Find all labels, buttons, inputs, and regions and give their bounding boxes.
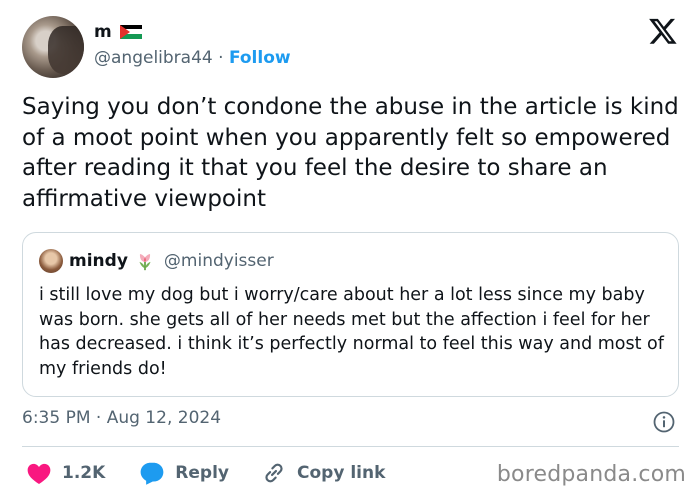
like-count: 1.2K <box>62 463 106 483</box>
copy-link-button[interactable]: Copy link <box>261 460 385 486</box>
author-avatar[interactable] <box>22 16 84 78</box>
info-icon[interactable] <box>652 410 676 434</box>
link-icon <box>265 463 283 483</box>
actions-divider <box>22 446 679 447</box>
copy-link-label: Copy link <box>297 463 386 483</box>
like-button[interactable]: 1.2K <box>26 461 105 485</box>
quoted-author-avatar <box>39 249 63 273</box>
tweet-header: m @angelibra44 · Follow <box>22 14 682 80</box>
tweet-text: Saying you don’t condone the abuse in th… <box>22 94 679 212</box>
reply-label: Reply <box>175 463 229 483</box>
heart-icon <box>27 463 51 485</box>
x-logo-icon[interactable] <box>648 16 678 46</box>
author-name[interactable]: m <box>94 22 112 42</box>
quoted-tweet[interactable]: mindy @mindyisser i still love my dog bu… <box>22 232 679 397</box>
palestine-flag-icon <box>119 24 142 40</box>
quoted-tweet-header: mindy @mindyisser <box>39 249 274 273</box>
follow-button[interactable]: Follow <box>229 48 291 68</box>
author-handle[interactable]: @angelibra44 <box>94 48 213 68</box>
reply-button[interactable]: Reply <box>139 461 229 485</box>
tweet-actions: 1.2K Reply Copy link <box>22 458 385 488</box>
quoted-author-handle: @mindyisser <box>163 251 274 271</box>
quoted-author-name: mindy <box>69 251 128 271</box>
tulip-icon <box>139 254 151 271</box>
author-handle-row: @angelibra44 · Follow <box>94 48 291 68</box>
quoted-tweet-text: i still love my dog but i worry/care abo… <box>39 285 664 379</box>
handle-separator: · <box>218 48 224 68</box>
source-watermark: boredpanda.com <box>496 462 686 487</box>
author-name-row: m <box>94 22 142 42</box>
speech-bubble-icon <box>140 462 164 485</box>
tweet-timestamp[interactable]: 6:35 PM · Aug 12, 2024 <box>22 408 221 428</box>
